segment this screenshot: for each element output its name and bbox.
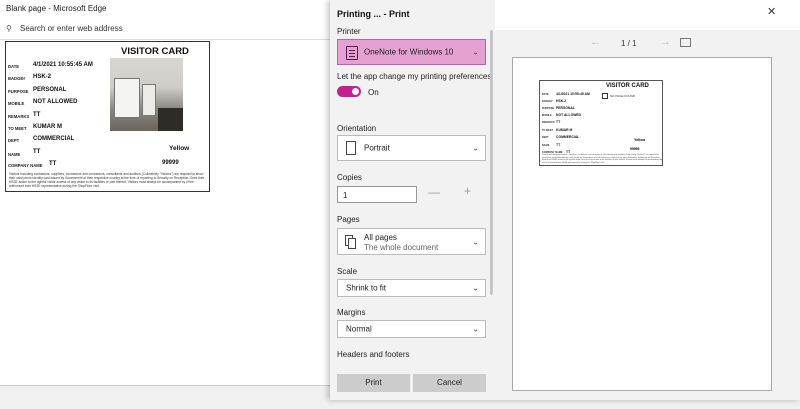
field-label: BADGE# — [8, 76, 26, 81]
portrait-icon — [346, 141, 356, 155]
search-icon: ⚲ — [6, 24, 12, 33]
cancel-button[interactable]: Cancel — [413, 374, 486, 392]
orientation-label: Orientation — [337, 124, 377, 133]
toggle-state: On — [368, 88, 379, 97]
field-label: MOBILE — [542, 114, 552, 117]
field-value: TT — [556, 143, 561, 147]
field-value: TT — [33, 149, 41, 155]
scale-value: Shrink to fit — [346, 283, 387, 293]
printer-label: Printer — [337, 27, 361, 36]
pages-text: All pages The whole document — [364, 233, 438, 253]
field-label: MOBILE — [8, 101, 25, 106]
copies-input[interactable]: 1 — [337, 186, 417, 203]
field-label: DATE — [542, 93, 549, 96]
scale-select[interactable]: Shrink to fit ⌄ — [337, 279, 486, 297]
pages-label: Pages — [337, 215, 360, 224]
visitor-card: VISITOR CARD DATE 4/1/2021 10:55:45 AM B… — [5, 41, 210, 192]
field-value: 4/1/2021 10:55:45 AM — [33, 62, 93, 68]
field-value: TT — [33, 112, 41, 118]
headers-footers-label[interactable]: Headers and footers — [337, 350, 410, 359]
field-label: PURPOSE — [542, 107, 555, 110]
field-value: COMMERCIAL — [33, 136, 75, 142]
scale-label: Scale — [337, 267, 358, 276]
pages-select[interactable]: All pages The whole document ⌄ — [337, 228, 486, 255]
field-value: KUMAR M — [556, 128, 573, 132]
color-label: Yellow — [634, 138, 646, 142]
color-label: Yellow — [169, 145, 190, 152]
field-label: TO MEET — [542, 129, 554, 132]
next-page-button[interactable]: → — [660, 36, 671, 48]
pages-icon — [345, 235, 357, 249]
photo-shadow — [158, 108, 183, 131]
margins-value: Normal — [346, 324, 372, 334]
margins-label: Margins — [337, 308, 366, 317]
orientation-select[interactable]: Portrait ⌄ — [337, 135, 486, 161]
field-label: BADGE# — [542, 100, 553, 103]
printer-select[interactable]: OneNote for Windows 10 ⌄ — [337, 39, 486, 65]
field-value: 4/1/2021 10:55:45 AM — [556, 92, 590, 96]
field-label: REMARKS — [8, 114, 30, 119]
pages-sub: The whole document — [364, 243, 439, 252]
field-value: PERSONAL — [556, 106, 575, 110]
field-value: PERSONAL — [33, 87, 67, 93]
address-bar[interactable]: ⚲ Search or enter web address — [0, 18, 330, 40]
field-value: NOT ALLOWED — [33, 99, 78, 105]
address-placeholder: Search or enter web address — [20, 24, 123, 33]
printer-value: OneNote for Windows 10 — [364, 47, 454, 57]
field-value: COMMERCIAL — [556, 135, 580, 139]
close-button[interactable]: ✕ — [767, 5, 776, 18]
field-value: KUMAR M — [33, 124, 62, 130]
field-label: DATE — [8, 64, 20, 69]
fit-page-icon[interactable] — [680, 38, 691, 47]
page-indicator: 1 / 1 — [621, 39, 637, 48]
onenote-icon — [346, 46, 358, 60]
field-label: COMPANY NAME — [8, 163, 43, 168]
field-value: HSK-2 — [33, 74, 52, 80]
browser-title: Blank page - Microsoft Edge — [0, 0, 330, 18]
no-page-found: NO PAGE FOUND — [602, 93, 635, 99]
decrease-copies-button[interactable]: — — [428, 185, 440, 199]
print-button[interactable]: Print — [337, 374, 410, 392]
field-label: NAME — [542, 144, 550, 147]
card-title: VISITOR CARD — [121, 46, 189, 57]
field-value: TT — [556, 120, 561, 124]
chevron-down-icon: ⌄ — [472, 324, 479, 334]
previous-page-button[interactable]: ← — [590, 36, 601, 48]
photo-window — [142, 84, 156, 116]
field-label: TO MEET — [8, 126, 27, 131]
chevron-down-icon: ⌄ — [472, 283, 479, 293]
field-value: HSK-2 — [556, 99, 567, 103]
photo-window — [114, 78, 140, 118]
margins-select[interactable]: Normal ⌄ — [337, 320, 486, 338]
field-label: DEPT — [8, 138, 20, 143]
field-label: DEPT — [542, 136, 549, 139]
pages-value: All pages — [364, 233, 397, 242]
field-value: NOT ALLOWED — [556, 113, 582, 117]
chevron-down-icon: ⌄ — [472, 143, 479, 153]
settings-scrollbar[interactable] — [490, 30, 493, 295]
copies-label: Copies — [337, 173, 362, 182]
preview-card-title: VISITOR CARD — [606, 83, 649, 89]
field-label: PURPOSE — [8, 89, 29, 94]
card-number: 99999 — [162, 160, 179, 166]
dialog-title: Printing ... - Print — [337, 9, 410, 19]
card-number: 99999 — [630, 147, 640, 151]
visitor-photo — [110, 58, 183, 131]
preferences-label: Let the app change my printing preferenc… — [337, 72, 492, 81]
field-label: NAME — [8, 152, 21, 157]
chevron-down-icon: ⌄ — [472, 237, 479, 246]
field-label: REMARKS — [542, 121, 555, 124]
chevron-down-icon: ⌄ — [472, 47, 479, 57]
increase-copies-button[interactable]: + — [464, 184, 471, 198]
preferences-toggle[interactable] — [337, 86, 361, 97]
preview-visitor-card: VISITOR CARD NO PAGE FOUND DATE 4/1/2021… — [539, 80, 663, 166]
card-notice: Visitors including contractors, supplier… — [9, 172, 205, 188]
field-value: TT — [49, 161, 57, 167]
orientation-value: Portrait — [364, 143, 390, 153]
card-notice: Visitors including contractors, supplier… — [542, 154, 663, 164]
